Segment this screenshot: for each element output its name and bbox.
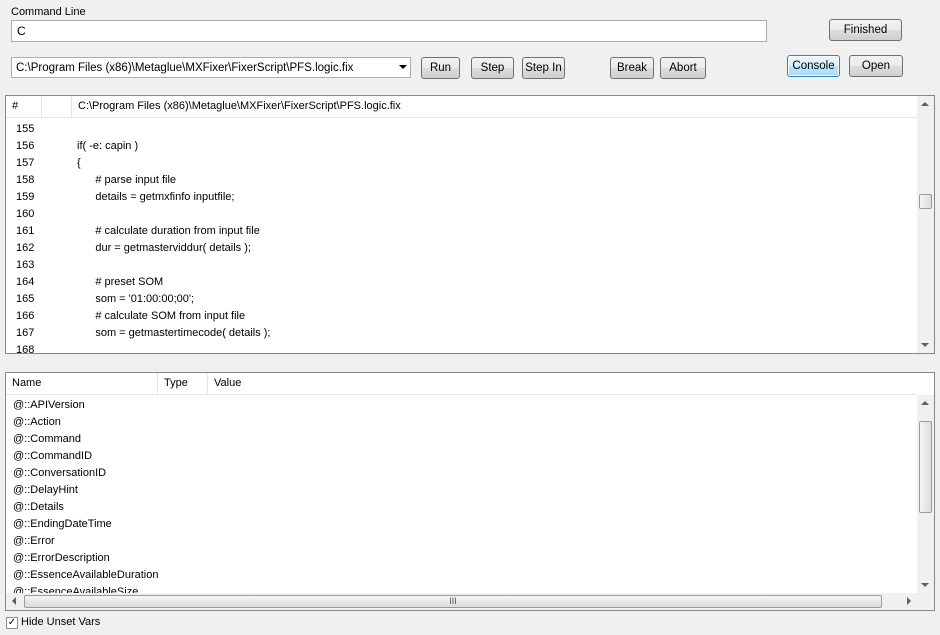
line-number: 166 [16,310,35,322]
abort-button[interactable]: Abort [660,57,706,79]
line-number: 159 [16,191,35,203]
code-line[interactable]: 165 som = '01:00:00;00'; [6,291,917,308]
variable-row[interactable]: @::Error [13,533,55,550]
code-line[interactable]: 157 { [6,155,917,172]
code-line[interactable]: 158 # parse input file [6,172,917,189]
line-number: 164 [16,276,35,288]
finished-button[interactable]: Finished [829,19,902,41]
line-number: 162 [16,242,35,254]
column-header-file[interactable]: C:\Program Files (x86)\Metaglue\MXFixer\… [72,96,917,117]
code-scroll-thumb[interactable] [919,194,932,209]
code-line[interactable]: 163 [6,257,917,274]
scroll-corner [917,593,934,610]
code-line[interactable]: 159 details = getmxfinfo inputfile; [6,189,917,206]
line-number: 155 [16,123,35,135]
code-line[interactable]: 161 # calculate duration from input file [6,223,917,240]
scroll-down-icon[interactable] [921,583,929,587]
code-line[interactable]: 156 if( -e: capin ) [6,138,917,155]
column-header-name[interactable]: Name [6,373,158,394]
line-number: 160 [16,208,35,220]
code-line[interactable]: 164 # preset SOM [6,274,917,291]
scroll-up-icon[interactable] [921,102,929,106]
line-number: 167 [16,327,35,339]
checkmark-icon: ✓ [7,617,17,628]
line-number: 161 [16,225,35,237]
variable-row[interactable]: @::CommandID [13,448,92,465]
chevron-down-icon[interactable] [399,65,407,69]
variables-header: Name Type Value [6,373,917,395]
code-vertical-scrollbar[interactable] [917,96,934,353]
hide-unset-vars-checkbox[interactable]: ✓ [6,617,18,629]
line-text: # calculate duration from input file [77,225,260,237]
line-number: 165 [16,293,35,305]
script-select-value: C:\Program Files (x86)\Metaglue\MXFixer\… [16,62,354,74]
line-text: if( -e: capin ) [77,140,139,152]
column-header-spacer[interactable] [42,96,72,117]
code-line[interactable]: 167 som = getmastertimecode( details ); [6,325,917,342]
variable-row[interactable]: @::EndingDateTime [13,516,112,533]
line-text: # calculate SOM from input file [77,310,246,322]
run-button[interactable]: Run [421,57,460,79]
variable-row[interactable]: @::EssenceAvailableDuration [13,567,159,584]
code-line[interactable]: 166 # calculate SOM from input file [6,308,917,325]
step-in-button[interactable]: Step In [522,57,565,79]
code-view-header: # C:\Program Files (x86)\Metaglue\MXFixe… [6,96,917,118]
code-lines: 155 156 if( -e: capin ) 157 {158 # parse inp… [6,121,917,353]
line-number: 158 [16,174,35,186]
variables-scroll-thumb[interactable] [919,421,932,513]
scroll-up-icon[interactable] [921,401,929,405]
command-line-label: Command Line [11,6,86,18]
code-line[interactable]: 155 [6,121,917,138]
variable-row[interactable]: @::Command [13,431,81,448]
variable-row[interactable]: @::APIVersion [13,397,85,414]
line-text: details = getmxfinfo inputfile; [77,191,235,203]
variable-row[interactable]: @::DelayHint [13,482,78,499]
hide-unset-vars-label[interactable]: Hide Unset Vars [21,616,100,628]
console-button[interactable]: Console [787,55,840,77]
variable-row[interactable]: @::Details [13,499,64,516]
variable-row[interactable]: @::ConversationID [13,465,106,482]
column-header-value[interactable]: Value [208,373,917,394]
variables-vertical-scrollbar[interactable] [917,395,934,593]
line-text: som = '01:00:00;00'; [77,293,195,305]
line-text: som = getmastertimecode( details ); [77,327,271,339]
scroll-right-icon[interactable] [907,597,911,605]
variables-horizontal-scrollbar[interactable]: III [6,593,917,610]
line-number: 163 [16,259,35,271]
variable-row[interactable]: @::ErrorDescription [13,550,110,567]
line-text: # preset SOM [77,276,164,288]
line-text: # parse input file [77,174,177,186]
open-button[interactable]: Open [849,55,903,77]
code-view[interactable]: # C:\Program Files (x86)\Metaglue\MXFixe… [5,95,935,354]
variable-rows: @::APIVersion @::Action @::Command @::Comma… [6,397,917,593]
line-text: dur = getmasterviddur( details ); [77,242,251,254]
scroll-down-icon[interactable] [921,343,929,347]
variables-list[interactable]: Name Type Value @::APIVersion @::Action @:… [5,372,935,611]
variable-row[interactable]: @::Action [13,414,61,431]
script-select[interactable]: C:\Program Files (x86)\Metaglue\MXFixer\… [11,57,411,78]
step-button[interactable]: Step [471,57,514,79]
line-number: 156 [16,140,35,152]
code-line[interactable]: 162 dur = getmasterviddur( details ); [6,240,917,257]
variable-row[interactable]: @::EssenceAvailableSize [13,584,138,593]
line-text: { [77,157,81,169]
scroll-left-icon[interactable] [12,597,16,605]
command-line-input[interactable]: C [11,20,767,42]
code-line[interactable]: 160 [6,206,917,223]
column-header-type[interactable]: Type [158,373,208,394]
code-line[interactable]: 168 [6,342,917,353]
line-number: 157 [16,157,35,169]
column-header-line-number[interactable]: # [6,96,42,117]
variables-hscroll-thumb[interactable]: III [24,595,882,608]
line-number: 168 [16,344,35,353]
break-button[interactable]: Break [610,57,654,79]
